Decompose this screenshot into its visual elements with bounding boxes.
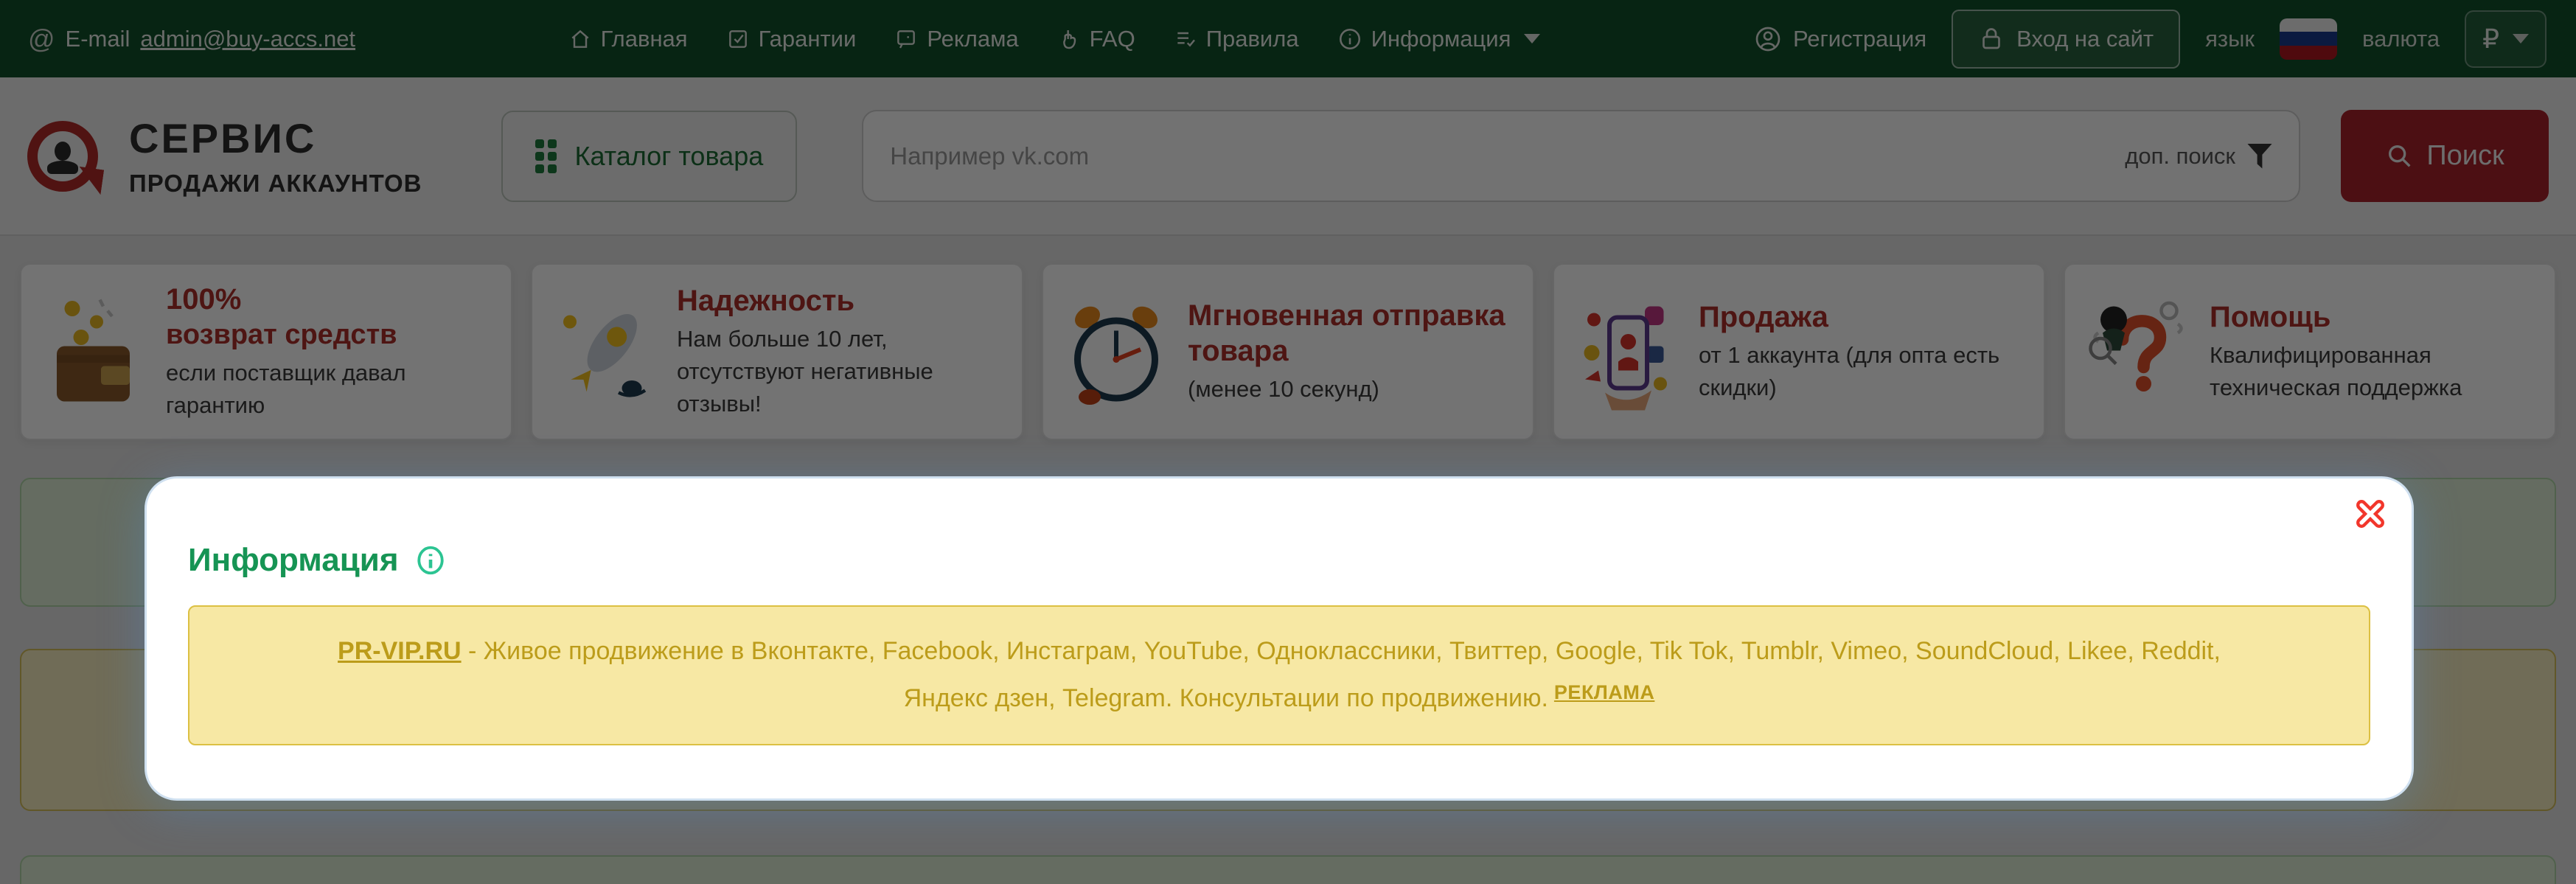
ad-banner: PR-VIP.RU - Живое продвижение в Вконтакт… [188,605,2370,745]
info-circle-icon [414,543,448,577]
modal-header: Информация [147,542,2412,579]
information-modal: Информация PR-VIP.RU - Живое продвижение… [145,476,2414,801]
ad-banner-body: - Живое продвижение в Вконтакте, Faceboo… [462,637,2221,712]
page: @ E-mail admin@buy-accs.net Главная Гара… [0,0,2576,884]
close-icon[interactable] [2351,495,2389,533]
pr-vip-link[interactable]: PR-VIP.RU [338,637,462,665]
modal-title: Информация [188,542,399,579]
ad-label-link[interactable]: РЕКЛАМА [1554,681,1654,703]
ad-banner-text: PR-VIP.RU - Живое продвижение в Вконтакт… [300,627,2258,723]
